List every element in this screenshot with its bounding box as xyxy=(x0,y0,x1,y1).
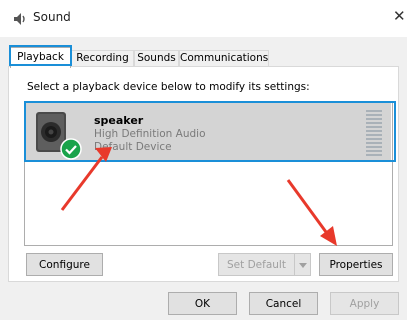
device-status: Default Device xyxy=(94,141,172,153)
chevron-down-icon xyxy=(299,263,307,268)
instruction-text: Select a playback device below to modify… xyxy=(27,81,310,93)
configure-button[interactable]: Configure xyxy=(26,253,103,276)
ok-button[interactable]: OK xyxy=(168,292,237,315)
sound-app-icon xyxy=(14,13,25,25)
volume-level-meter xyxy=(366,110,382,156)
set-default-dropdown[interactable] xyxy=(294,253,311,276)
apply-button[interactable]: Apply xyxy=(330,292,399,315)
tab-playback[interactable]: Playback xyxy=(10,47,71,68)
device-description: High Definition Audio xyxy=(94,128,206,140)
tab-recording[interactable]: Recording xyxy=(71,50,134,67)
set-default-button[interactable]: Set Default xyxy=(218,253,295,276)
tab-communications[interactable]: Communications xyxy=(179,50,269,67)
title-bar: Sound ✕ xyxy=(0,0,407,37)
window-title: Sound xyxy=(33,10,71,24)
device-name: speaker xyxy=(94,114,144,127)
cancel-button[interactable]: Cancel xyxy=(249,292,318,315)
close-icon[interactable]: ✕ xyxy=(393,8,406,24)
properties-button[interactable]: Properties xyxy=(319,253,393,276)
tab-sounds[interactable]: Sounds xyxy=(134,50,179,67)
checkmark-icon xyxy=(60,138,82,160)
